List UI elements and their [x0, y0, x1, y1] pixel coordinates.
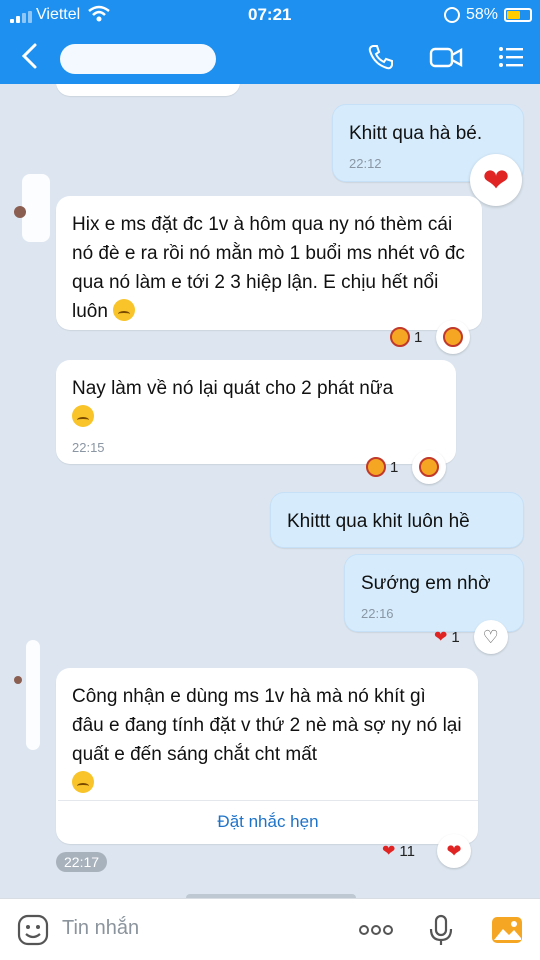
crying-face-emoji-icon — [72, 405, 94, 427]
emoji-sticker-icon[interactable] — [16, 913, 50, 947]
reaction-count: 11 — [399, 842, 415, 860]
laugh-reaction-icon — [419, 457, 440, 477]
add-reaction-button[interactable]: ❤ — [436, 834, 471, 868]
battery-icon — [504, 8, 532, 22]
reaction-count: 1 — [451, 628, 460, 646]
time-pill: 22:17 — [56, 852, 108, 872]
laugh-reaction-icon — [366, 457, 386, 477]
video-call-icon[interactable] — [428, 42, 464, 72]
carrier-name: Viettel — [36, 6, 81, 23]
more-options-icon[interactable] — [356, 913, 396, 947]
menu-list-icon[interactable] — [496, 42, 526, 72]
heart-reaction-icon: ❤ — [434, 629, 448, 646]
reaction-row[interactable]: ❤ 1 ♡ — [434, 620, 508, 654]
reaction-summary[interactable]: ❤ 1 — [434, 627, 460, 647]
message-text: Sướng em nhờ — [361, 573, 491, 594]
avatar — [14, 206, 26, 218]
heart-outline-icon: ♡ — [482, 626, 499, 647]
back-arrow-icon[interactable] — [18, 42, 42, 70]
message-input[interactable]: Tin nhắn — [62, 917, 139, 940]
message-text: Khitt qua hà bé. — [349, 123, 483, 144]
tired-face-emoji-icon — [113, 299, 136, 321]
message-bubble-incoming[interactable]: Hix e ms đặt đc 1v à hôm qua ny nó thèm … — [56, 196, 482, 330]
reaction-row[interactable]: 1 — [390, 320, 471, 354]
signal-icon — [10, 11, 32, 23]
reaction-row[interactable]: 1 — [366, 450, 447, 484]
crying-face-emoji-icon — [72, 771, 94, 793]
chat-area[interactable]: Khitt qua hà bé. 22:12 ❤ Hix e ms đặt đc… — [0, 84, 540, 898]
message-text: Khittt qua khit luôn hề — [287, 511, 470, 532]
message-bubble-previous — [56, 84, 240, 96]
chat-header — [0, 30, 540, 84]
image-gallery-icon[interactable] — [490, 913, 524, 947]
avatar-redacted — [26, 640, 40, 750]
reaction-summary[interactable]: ❤ 11 — [382, 841, 415, 861]
rotation-lock-icon — [444, 7, 460, 23]
reaction-summary[interactable]: 1 — [366, 457, 398, 477]
message-text: Công nhận e dùng ms 1v hà mà nó khít gì … — [72, 686, 462, 765]
microphone-icon[interactable] — [424, 913, 458, 947]
reaction-count: 1 — [390, 458, 399, 476]
message-text: Nay làm về nó lại quát cho 2 phát nữa — [72, 378, 394, 399]
avatar — [14, 676, 22, 684]
message-input-bar: Tin nhắn — [0, 898, 540, 960]
add-reaction-button[interactable] — [436, 320, 471, 354]
laugh-reaction-icon — [390, 327, 410, 347]
reaction-count: 1 — [414, 328, 423, 346]
top-bar: Viettel 07:21 58% — [0, 0, 540, 84]
message-bubble-outgoing[interactable]: Khittt qua khit luôn hề — [270, 492, 524, 548]
heart-reaction-icon: ❤ — [382, 843, 396, 860]
avatar-redacted — [22, 174, 50, 242]
battery-percent: 58% — [466, 6, 499, 23]
phone-icon[interactable] — [366, 42, 396, 72]
heart-reaction-icon[interactable]: ❤ — [470, 154, 522, 206]
wifi-icon — [88, 5, 110, 22]
add-reaction-button[interactable]: ♡ — [473, 620, 508, 654]
laugh-reaction-icon — [443, 327, 464, 347]
reaction-row[interactable]: ❤ 11 ❤ — [382, 834, 471, 868]
status-bar: Viettel 07:21 58% — [0, 0, 540, 30]
message-bubble-incoming[interactable]: Nay làm về nó lại quát cho 2 phát nữa 22… — [56, 360, 456, 464]
contact-name-redacted[interactable] — [60, 44, 216, 74]
clock: 07:21 — [248, 5, 292, 24]
reaction-summary[interactable]: 1 — [390, 327, 422, 347]
heart-icon: ❤ — [446, 840, 462, 861]
add-reaction-button[interactable] — [412, 450, 447, 484]
